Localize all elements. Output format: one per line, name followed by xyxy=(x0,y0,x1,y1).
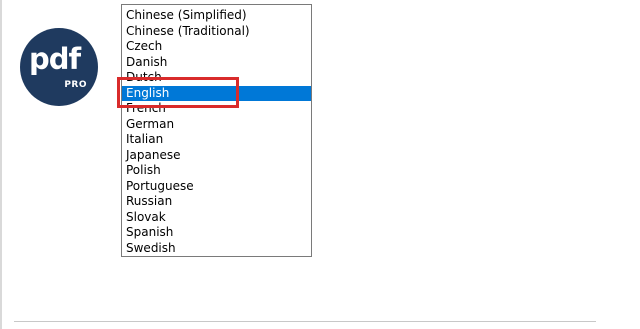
language-option-russian[interactable]: Russian xyxy=(122,194,311,210)
language-option-german[interactable]: German xyxy=(122,117,311,133)
language-option-french[interactable]: French xyxy=(122,101,311,117)
language-option-dutch[interactable]: Dutch xyxy=(122,70,311,86)
window-left-border xyxy=(0,0,2,329)
logo-sub-text: PRO xyxy=(64,80,87,90)
logo-main-text: pdf xyxy=(29,42,81,76)
language-option-spanish[interactable]: Spanish xyxy=(122,225,311,241)
language-option-chinese-simplified[interactable]: Chinese (Simplified) xyxy=(122,8,311,24)
language-listbox[interactable]: Chinese (Simplified) Chinese (Traditiona… xyxy=(121,4,312,257)
language-option-polish[interactable]: Polish xyxy=(122,163,311,179)
language-option-english[interactable]: English xyxy=(122,85,311,101)
language-option-japanese[interactable]: Japanese xyxy=(122,148,311,164)
language-list: Chinese (Simplified) Chinese (Traditiona… xyxy=(122,5,311,256)
language-option-swedish[interactable]: Swedish xyxy=(122,241,311,257)
bottom-divider xyxy=(14,321,596,322)
language-option-portuguese[interactable]: Portuguese xyxy=(122,179,311,195)
language-option-slovak[interactable]: Slovak xyxy=(122,210,311,226)
language-option-chinese-traditional[interactable]: Chinese (Traditional) xyxy=(122,24,311,40)
language-option-czech[interactable]: Czech xyxy=(122,39,311,55)
language-option-italian[interactable]: Italian xyxy=(122,132,311,148)
pdfpro-logo: pdf PRO xyxy=(20,28,98,106)
language-option-danish[interactable]: Danish xyxy=(122,55,311,71)
